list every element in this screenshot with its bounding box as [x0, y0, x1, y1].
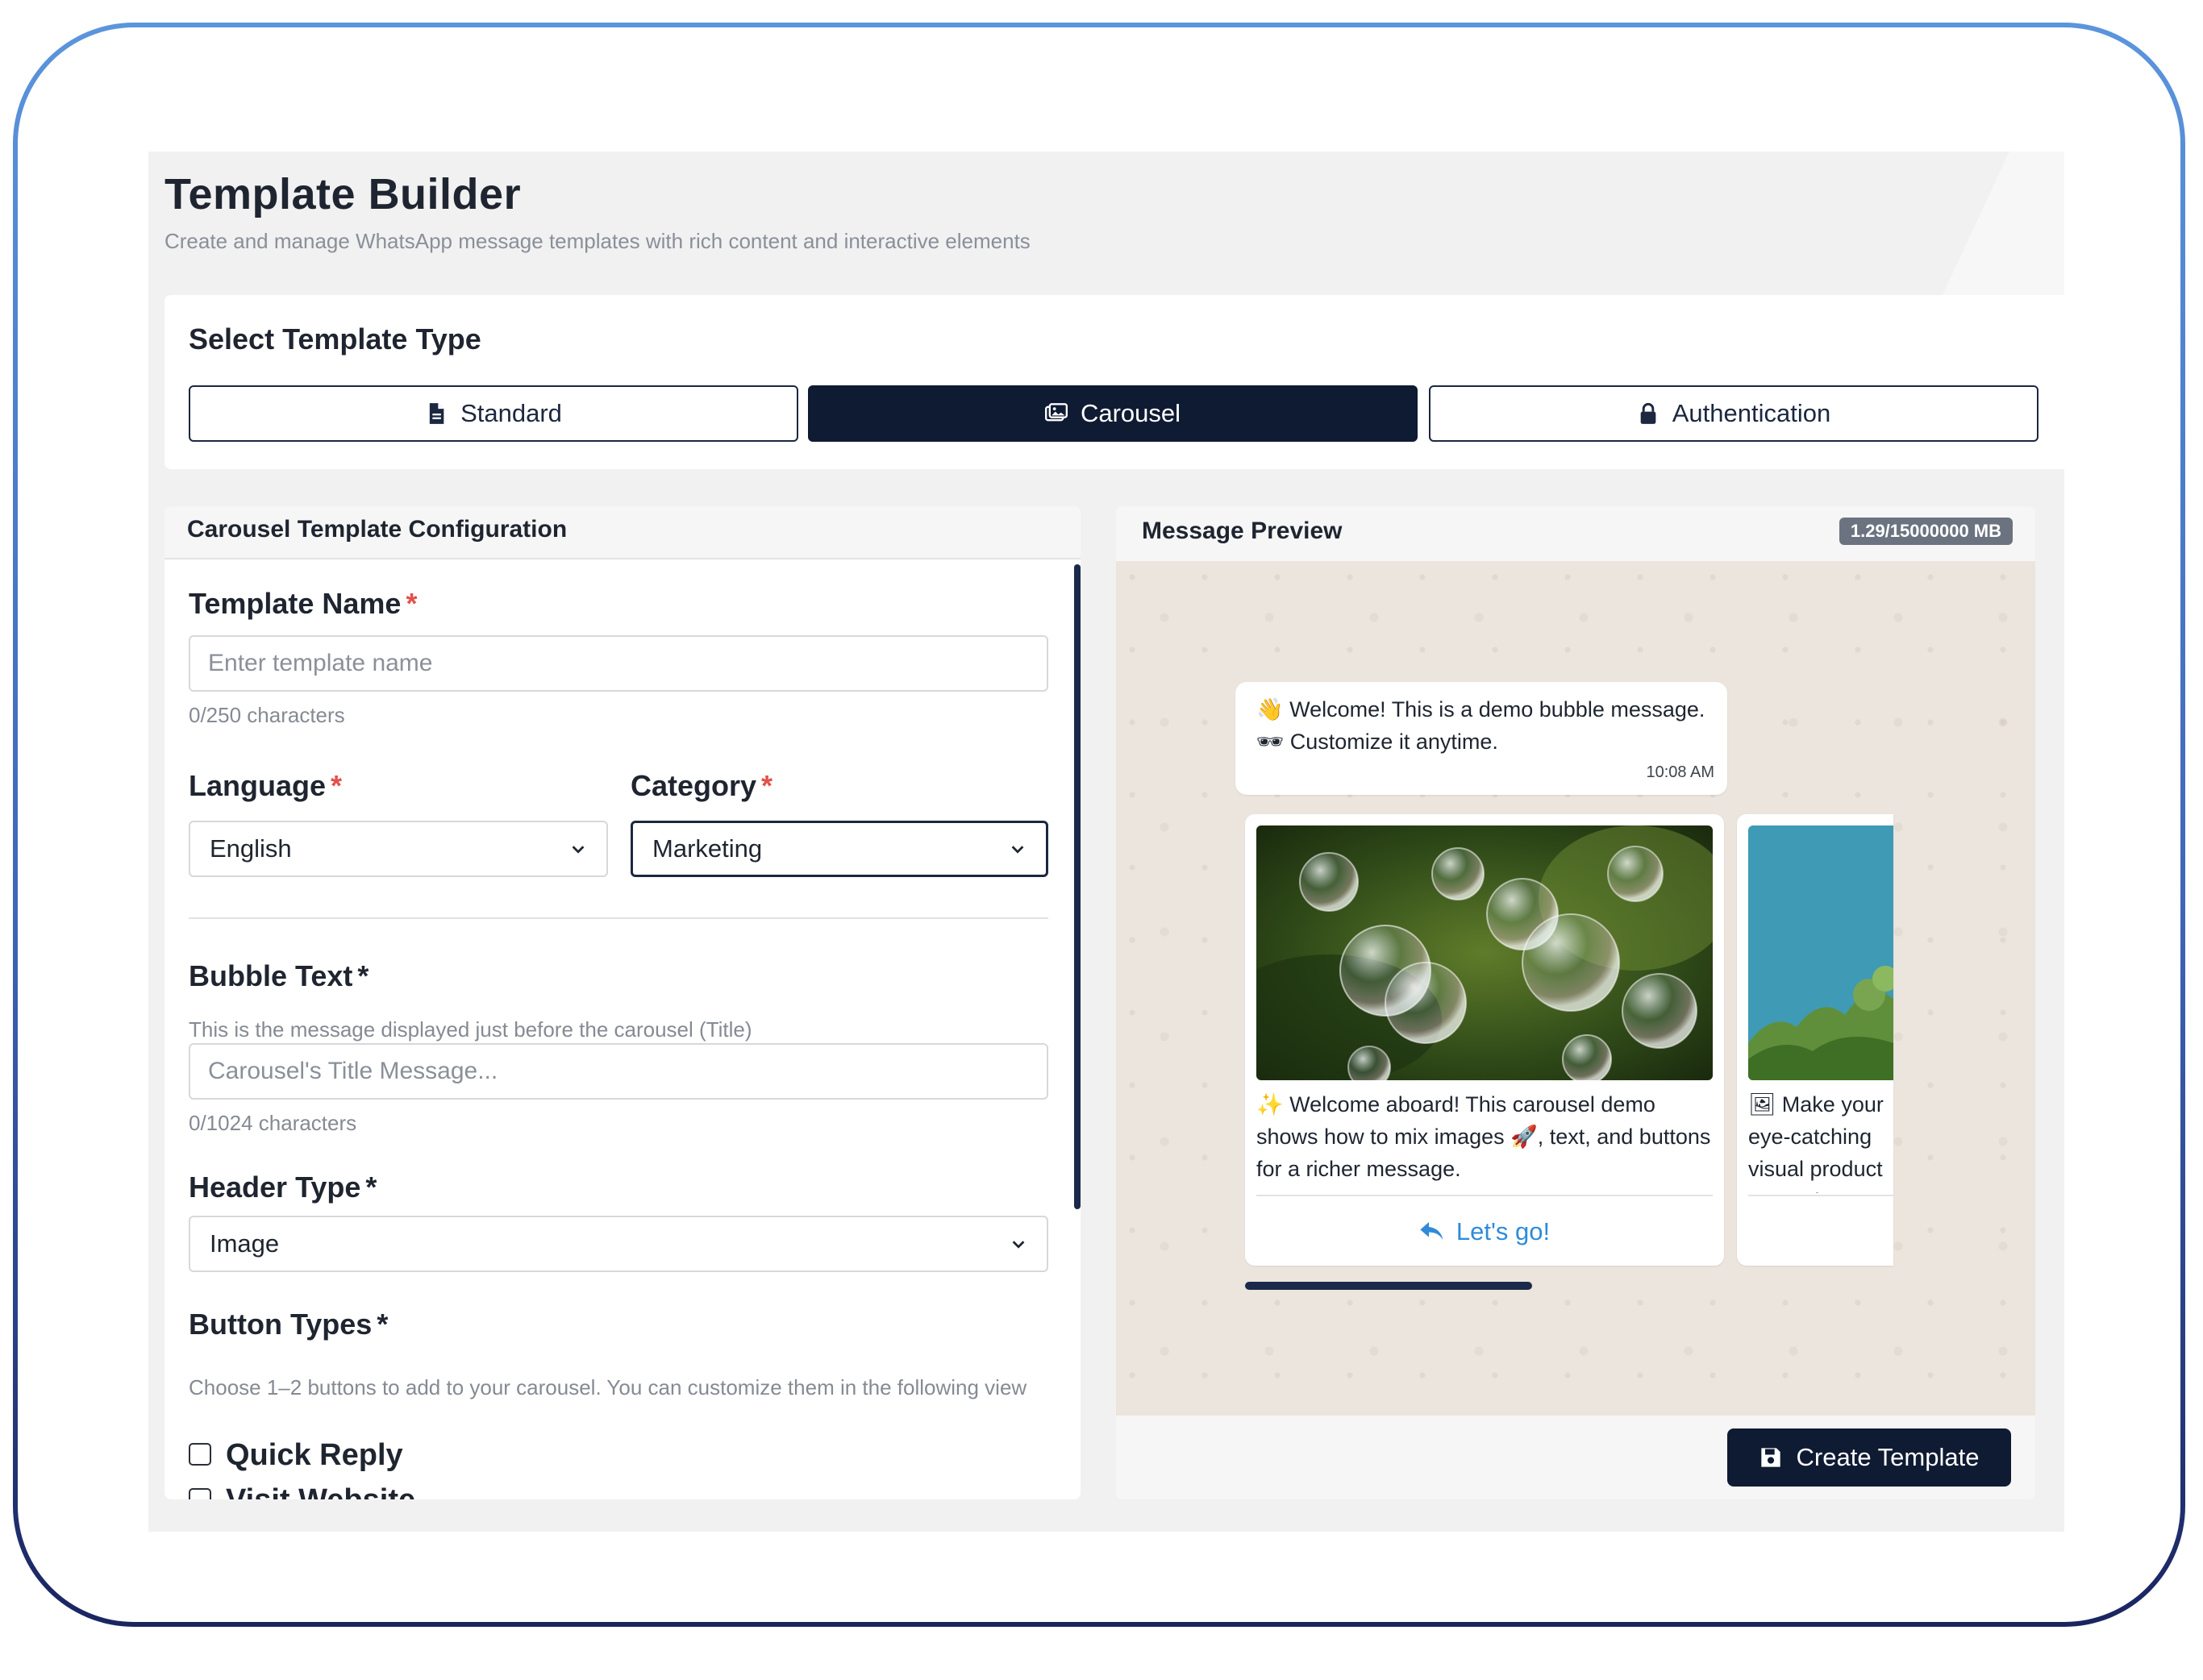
- create-template-label: Create Template: [1796, 1443, 1980, 1471]
- config-card: Carousel Template Configuration Template…: [164, 506, 1081, 1499]
- type-authentication-button[interactable]: Authentication: [1429, 385, 2039, 442]
- bubbles-image: [1256, 825, 1713, 1080]
- chevron-down-icon: [1011, 846, 1024, 854]
- category-value: Marketing: [652, 834, 763, 863]
- sparkles-emoji: ✨: [1256, 1092, 1284, 1117]
- header-type-select[interactable]: Image: [189, 1216, 1048, 1272]
- bubble-text-counter: 0/1024 characters: [189, 1111, 357, 1135]
- card-text: ✨ Welcome aboard! This carousel demo sho…: [1256, 1092, 1711, 1181]
- button-types-hint: Choose 1–2 buttons to add to your carous…: [189, 1375, 1027, 1399]
- template-type-card: Select Template Type Standard Carousel A…: [164, 295, 2064, 469]
- reply-icon: [1420, 1222, 1443, 1240]
- config-header: Carousel Template Configuration: [164, 506, 1081, 559]
- type-carousel-button[interactable]: Carousel: [808, 385, 1418, 442]
- header-type-label: Header Type *: [189, 1171, 377, 1204]
- preview-card: Message Preview 1.29/15000000 MB 👋 Welco…: [1116, 506, 2035, 1499]
- card-text: 🖼 Make your eye-catching visual product …: [1748, 1092, 1884, 1193]
- bubble-message: 👋 Welcome! This is a demo bubble message…: [1235, 682, 1727, 795]
- template-name-label: Template Name *: [189, 587, 418, 620]
- lock-icon: [1640, 402, 1656, 424]
- create-template-button[interactable]: Create Template: [1727, 1428, 2011, 1487]
- config-scrollbar[interactable]: [1074, 564, 1081, 1209]
- category-select[interactable]: Marketing: [631, 821, 1048, 877]
- carousel-card[interactable]: 🖼 Make your eye-catching visual product …: [1737, 814, 1893, 1266]
- carousel-card[interactable]: ✨ Welcome aboard! This carousel demo sho…: [1245, 814, 1724, 1266]
- category-label: Category *: [631, 769, 773, 802]
- type-authentication-label: Authentication: [1672, 399, 1831, 427]
- chat-preview-area: 👋 Welcome! This is a demo bubble message…: [1116, 561, 2035, 1416]
- picture-emoji: 🖼: [1748, 1092, 1776, 1117]
- file-icon: [429, 403, 444, 424]
- card-divider: [1748, 1195, 1893, 1196]
- template-type-heading: Select Template Type: [189, 322, 481, 356]
- section-divider: [189, 917, 1048, 919]
- chevron-down-icon: [1012, 1241, 1025, 1249]
- template-name-counter: 0/250 characters: [189, 703, 345, 727]
- page-title: Template Builder: [164, 170, 522, 218]
- language-select[interactable]: English: [189, 821, 608, 877]
- lets-go-label: Let's go!: [1455, 1217, 1551, 1245]
- save-icon: [1760, 1448, 1780, 1467]
- carousel-scroll-indicator[interactable]: [1245, 1282, 1532, 1290]
- bubble-time: 10:08 AM: [1646, 763, 1714, 781]
- app-window: Template Builder Create and manage Whats…: [148, 152, 2064, 1532]
- language-label: Language *: [189, 769, 343, 802]
- bubble-text-input[interactable]: [189, 1043, 1048, 1100]
- lets-go-button[interactable]: Let's go!: [1256, 1209, 1713, 1254]
- language-value: English: [210, 834, 292, 863]
- preview-title: Message Preview: [1142, 518, 1343, 544]
- preview-header: Message Preview 1.29/15000000 MB: [1116, 506, 2035, 561]
- sky-trees-image: [1748, 825, 1893, 1080]
- bubble-text: Welcome! This is a demo bubble message.🕶…: [1256, 697, 1705, 754]
- bubble-text-hint: This is the message displayed just befor…: [189, 1017, 752, 1042]
- header-type-value: Image: [210, 1229, 280, 1258]
- images-icon: [1044, 403, 1068, 422]
- quick-reply-label: Quick Reply: [226, 1438, 403, 1472]
- template-name-input[interactable]: [189, 635, 1048, 692]
- chevron-down-icon: [572, 846, 585, 854]
- preview-footer: Create Template: [1116, 1416, 2035, 1499]
- quick-reply-checkbox[interactable]: [189, 1443, 211, 1466]
- page-subtitle: Create and manage WhatsApp message templ…: [164, 229, 1031, 253]
- visit-website-checkbox[interactable]: [189, 1488, 211, 1499]
- type-standard-label: Standard: [460, 399, 562, 427]
- button-types-label: Button Types *: [189, 1308, 389, 1341]
- card-divider: [1256, 1195, 1713, 1196]
- visit-website-label: Visit Website: [226, 1483, 415, 1499]
- size-badge: 1.29/15000000 MB: [1839, 518, 2013, 545]
- bubble-text-label: Bubble Text *: [189, 959, 369, 992]
- type-carousel-label: Carousel: [1080, 399, 1181, 427]
- type-standard-button[interactable]: Standard: [189, 385, 798, 442]
- wave-emoji: 👋: [1256, 697, 1284, 721]
